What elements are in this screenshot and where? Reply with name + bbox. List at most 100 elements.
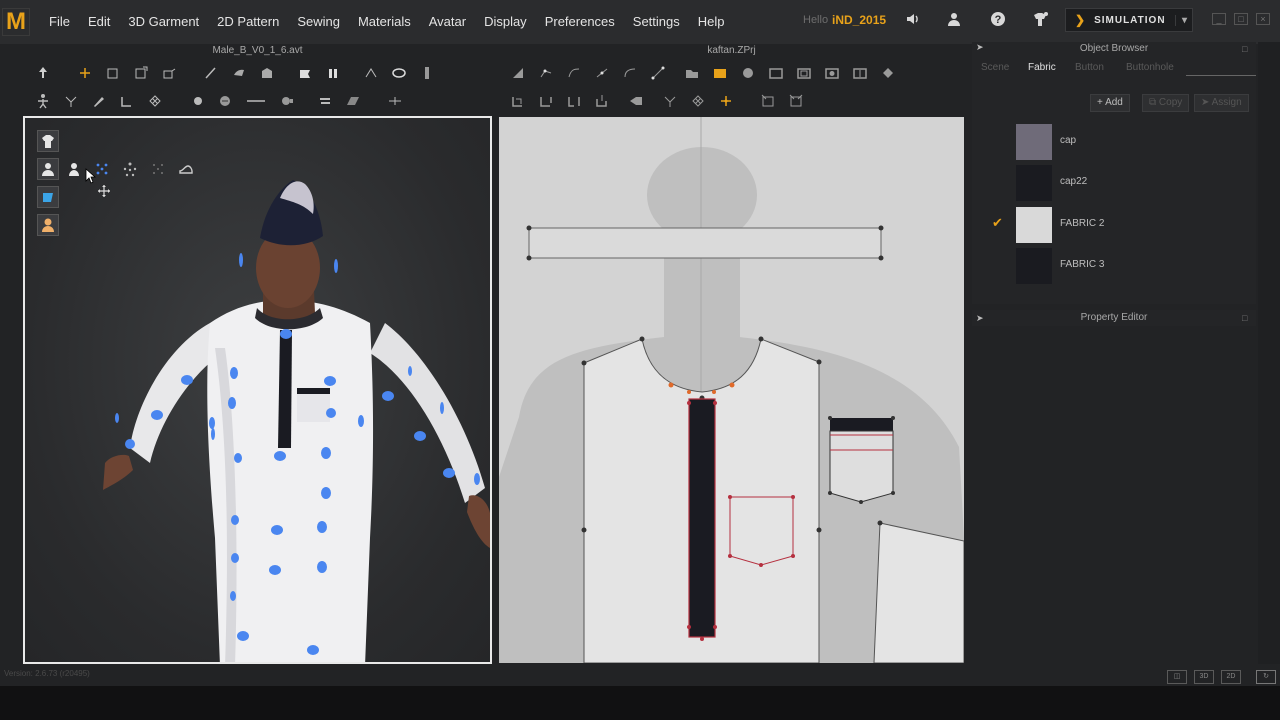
tab-button[interactable]: Button — [1075, 62, 1104, 73]
texture-tool-icon[interactable] — [316, 92, 334, 110]
zipper-tool-icon[interactable] — [278, 92, 296, 110]
menu-settings[interactable]: Settings — [624, 0, 689, 44]
dart-icon[interactable] — [851, 64, 869, 82]
menu-file[interactable]: File — [40, 0, 79, 44]
buttonhole-tool-icon[interactable] — [216, 92, 234, 110]
view-2d-only-icon[interactable]: 2D — [1221, 670, 1241, 684]
select-move-icon[interactable] — [34, 64, 52, 82]
view-3d-only-icon[interactable]: 3D — [1194, 670, 1214, 684]
circle-tool-icon[interactable] — [390, 64, 408, 82]
fit-suit-icon[interactable] — [386, 92, 404, 110]
fabric-item-fabric-2[interactable]: ✔ FABRIC 2 — [988, 206, 1254, 244]
panel-float-icon[interactable]: □ — [1242, 310, 1247, 326]
toolbar-3d-row2 — [34, 88, 414, 114]
texture-2d-icon[interactable] — [689, 92, 707, 110]
tape-icon[interactable] — [118, 92, 136, 110]
menu-help[interactable]: Help — [689, 0, 734, 44]
tab-scene[interactable]: Scene — [981, 62, 1009, 73]
sleeve-pattern[interactable] — [873, 522, 964, 663]
close-button[interactable]: × — [1256, 13, 1270, 25]
simulation-button[interactable]: ❯ SIMULATION ▾ — [1065, 8, 1193, 32]
transform-pattern-icon[interactable] — [509, 64, 527, 82]
add-point-icon[interactable] — [593, 64, 611, 82]
edit-curve-point-icon[interactable] — [565, 64, 583, 82]
restore-button[interactable]: □ — [1234, 13, 1248, 25]
tab-buttonhole[interactable]: Buttonhole — [1126, 62, 1174, 73]
history-side-strip[interactable] — [1258, 42, 1280, 664]
freesewing-icon[interactable] — [537, 92, 555, 110]
split-view-icon[interactable]: ◫ — [1167, 670, 1187, 684]
tab-fabric[interactable]: Fabric — [1028, 62, 1056, 73]
edit-graphic-icon[interactable] — [787, 92, 805, 110]
grid-mesh-icon[interactable] — [146, 92, 164, 110]
line-tool-icon[interactable] — [244, 92, 268, 110]
trace-icon[interactable] — [879, 64, 897, 82]
menu-materials[interactable]: Materials — [349, 0, 420, 44]
cap-band-pattern[interactable] — [528, 227, 882, 259]
viewport-2d[interactable] — [499, 117, 964, 663]
menu-avatar[interactable]: Avatar — [420, 0, 475, 44]
avatar-pose-icon[interactable] — [34, 92, 52, 110]
select-mesh-icon[interactable] — [104, 64, 122, 82]
panel-float-icon[interactable]: □ — [1242, 44, 1247, 54]
rectangle-fill-icon[interactable] — [711, 64, 729, 82]
refresh-icon[interactable]: ↻ — [1256, 670, 1276, 684]
assign-fabric-button[interactable]: ➤ Assign — [1194, 94, 1249, 112]
circle-fill-icon[interactable] — [739, 64, 757, 82]
fabric-item-fabric-3[interactable]: FABRIC 3 — [988, 247, 1254, 285]
pocket-lining-pattern[interactable] — [829, 430, 894, 503]
internal-square-icon[interactable] — [795, 64, 813, 82]
graphic-tool-icon[interactable] — [344, 92, 362, 110]
fold-icon[interactable] — [258, 64, 276, 82]
arrangement-point-icon[interactable] — [62, 92, 80, 110]
edit-texture-icon[interactable] — [717, 92, 735, 110]
copy-fabric-button[interactable]: ⧉ Copy — [1142, 94, 1190, 112]
minimize-button[interactable]: _ — [1212, 13, 1226, 25]
view2d-title: kaftan.ZPrj — [707, 45, 756, 56]
steam-icon[interactable] — [230, 64, 248, 82]
graphic-2d-icon[interactable] — [759, 92, 777, 110]
menu-3d-garment[interactable]: 3D Garment — [119, 0, 208, 44]
shirt-tack-icon[interactable] — [324, 64, 342, 82]
box-select-icon[interactable] — [132, 64, 150, 82]
m-n-sewing-icon[interactable] — [565, 92, 583, 110]
simulation-dropdown-icon[interactable]: ▾ — [1174, 14, 1188, 26]
fabric-item-cap22[interactable]: cap22 — [988, 164, 1254, 202]
view3d-title: Male_B_V0_1_6.avt — [212, 45, 303, 56]
object-browser-panel: ➤ Object Browser □ Scene Fabric Button B… — [972, 42, 1256, 304]
user-icon[interactable] — [944, 11, 964, 31]
fabric-item-cap[interactable]: cap — [988, 123, 1254, 161]
menu-edit[interactable]: Edit — [79, 0, 119, 44]
fabric-name: cap — [1060, 135, 1077, 146]
edit-sewing-icon[interactable] — [593, 92, 611, 110]
fold-arrangement-icon[interactable] — [661, 92, 679, 110]
tuck-icon[interactable] — [296, 64, 314, 82]
brush-icon[interactable] — [90, 92, 108, 110]
edit-point-icon[interactable] — [537, 64, 555, 82]
garment-avatar-icon[interactable] — [1030, 11, 1050, 31]
lasso-select-icon[interactable] — [160, 64, 178, 82]
measure-icon[interactable] — [362, 64, 380, 82]
button-tool-icon[interactable] — [188, 92, 206, 110]
viewport-3d[interactable] — [23, 116, 492, 664]
curvature-icon[interactable] — [621, 64, 639, 82]
polygon-icon[interactable] — [683, 64, 701, 82]
pin-tool-icon[interactable] — [418, 64, 436, 82]
menu-preferences[interactable]: Preferences — [536, 0, 624, 44]
help-icon[interactable]: ? — [988, 11, 1008, 31]
segment-icon[interactable] — [649, 64, 667, 82]
segment-sewing-icon[interactable] — [509, 92, 527, 110]
menu-2d-pattern[interactable]: 2D Pattern — [208, 0, 288, 44]
menu-sewing[interactable]: Sewing — [288, 0, 349, 44]
panel-expand-icon[interactable]: ➤ — [976, 310, 984, 326]
tack-icon[interactable] — [627, 92, 645, 110]
volume-icon[interactable] — [903, 11, 923, 31]
menu-display[interactable]: Display — [475, 0, 536, 44]
internal-circle-icon[interactable] — [823, 64, 841, 82]
pen-tool-icon[interactable] — [202, 64, 220, 82]
placket-pattern[interactable] — [688, 398, 716, 638]
internal-rectangle-icon[interactable] — [767, 64, 785, 82]
add-fabric-button[interactable]: + Add — [1090, 94, 1130, 112]
pocket-welt-pattern[interactable] — [830, 418, 893, 431]
transform-icon[interactable] — [76, 64, 94, 82]
